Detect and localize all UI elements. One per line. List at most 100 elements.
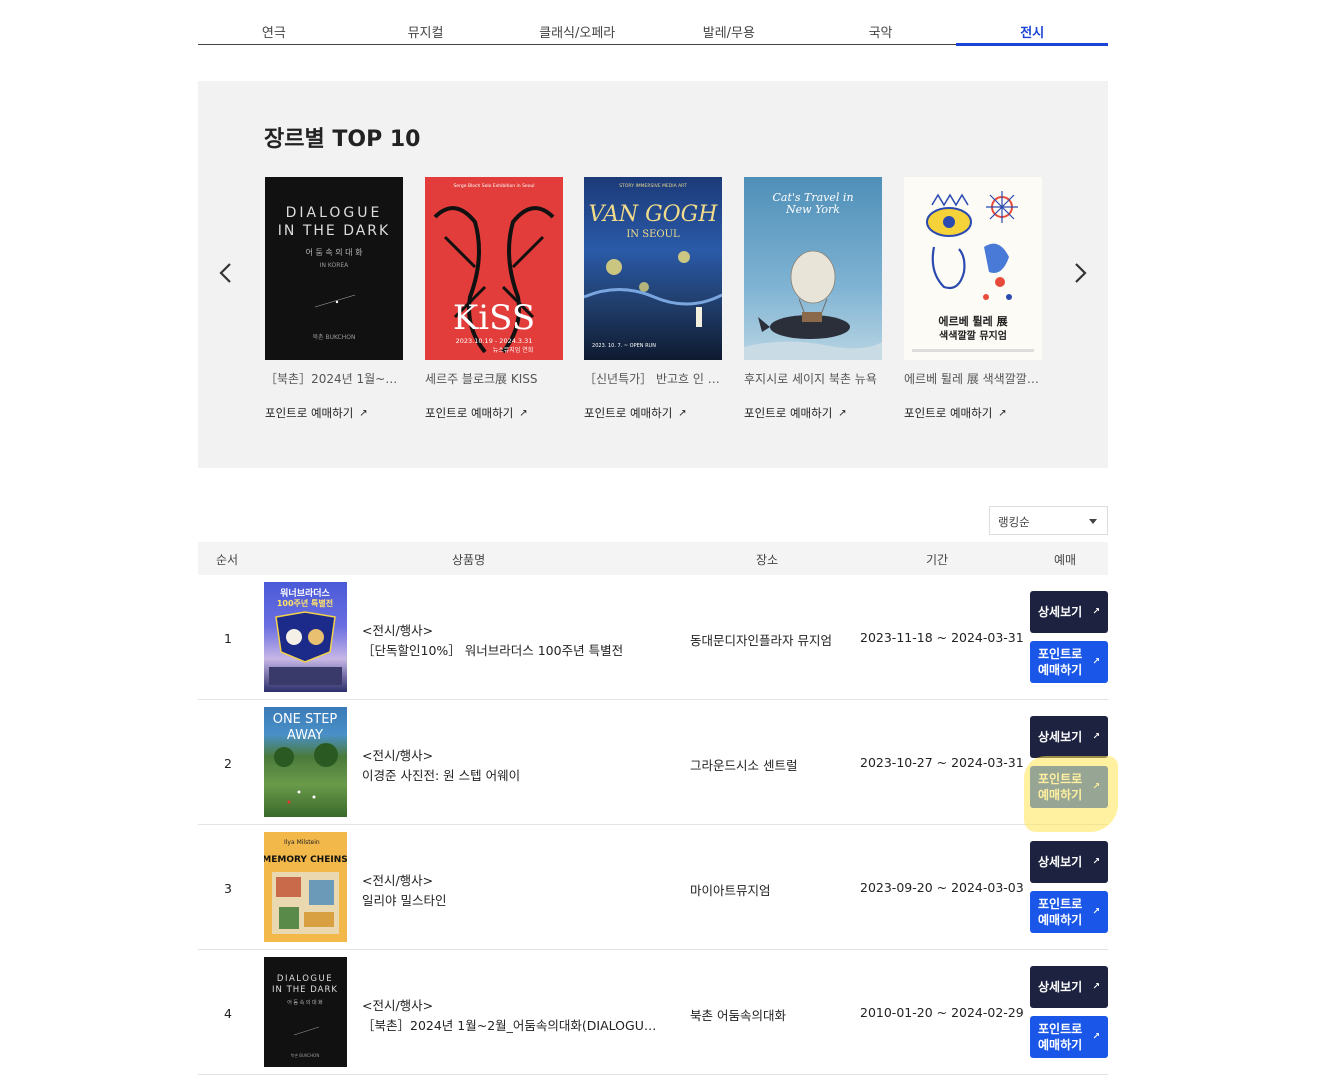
row-category: <전시/행사> (362, 623, 434, 638)
header-booking: 예매 (1054, 553, 1077, 567)
tab-theater[interactable]: 연극 (198, 0, 350, 44)
poster-image[interactable]: Cat's Travel in New York (744, 177, 882, 360)
book-button-label: 포인트로 예매하기 (1038, 647, 1083, 677)
book-with-points-button[interactable]: 포인트로 예매하기 ↗ (1030, 766, 1108, 808)
detail-button-label: 상세보기 (1038, 605, 1083, 619)
poster-text: 2023.10.19 - 2024.3.31 (456, 337, 533, 345)
row-category: <전시/행사> (362, 748, 434, 763)
tab-classic-opera[interactable]: 클래식/오페라 (501, 0, 653, 44)
external-arrow-icon: ↗ (1092, 782, 1100, 792)
row-period: 2023-10-27 ~ 2024-03-31 (860, 755, 1024, 770)
thumb-text: 100주년 특별전 (277, 598, 333, 608)
caret-down-icon (1089, 519, 1097, 524)
book-link-label: 포인트로 예매하기 (904, 406, 993, 420)
row-thumbnail[interactable]: 워너브라더스 100주년 특별전 (264, 582, 347, 692)
poster-text: New York (785, 203, 840, 216)
top10-item-name[interactable]: 에르베 튈레 展 색색깔깔 뮤지엄 (904, 370, 1042, 387)
row-venue: 동대문디자인플라자 뮤지엄 (690, 633, 832, 648)
external-arrow-icon: ↗ (1092, 1032, 1100, 1042)
poster-text: IN KOREA (320, 262, 349, 269)
book-with-points-link[interactable]: 포인트로 예매하기 ↗ (584, 405, 722, 421)
book-button-label: 포인트로 예매하기 (1038, 1022, 1083, 1052)
tab-ballet-dance[interactable]: 발레/무용 (653, 0, 805, 44)
row-rank: 1 (224, 631, 232, 646)
external-arrow-icon: ↗ (838, 407, 847, 419)
table-row: 4 DIALOGUE IN THE DARK 어 둠 속 의 대 화 북촌 BU… (198, 950, 1108, 1075)
thumb-text: Ilya Milstein (284, 839, 320, 846)
top10-card[interactable]: Cat's Travel in New York 후지시로 세이지 북촌 뉴욕 … (744, 177, 882, 421)
poster-image[interactable]: DIALOGUE IN THE DARK 어 둠 속 의 대 화 IN KORE… (265, 177, 403, 360)
tab-korean-music[interactable]: 국악 (805, 0, 957, 44)
external-arrow-icon: ↗ (1092, 982, 1100, 992)
table-row: 3 Ilya Milstein MEMORY CHEINS <전시/행사> 일리… (198, 825, 1108, 950)
book-link-label: 포인트로 예매하기 (265, 406, 354, 420)
external-arrow-icon: ↗ (1092, 907, 1100, 917)
poster-text: 2023. 10. 7. ~ OPEN RUN (592, 343, 656, 349)
row-venue: 마이아트뮤지엄 (690, 883, 771, 898)
carousel-prev-icon[interactable] (214, 261, 238, 285)
thumb-text: 어 둠 속 의 대 화 (287, 999, 323, 1006)
detail-button[interactable]: 상세보기 ↗ (1030, 591, 1108, 633)
book-with-points-link[interactable]: 포인트로 예매하기 ↗ (904, 405, 1042, 421)
top10-item-name[interactable]: 세르주 블로크展 KISS (425, 370, 563, 387)
poster-text: IN THE DARK (278, 223, 390, 239)
top10-item-name[interactable]: ［신년특가］ 반고흐 인 서울 (584, 370, 722, 387)
row-period: 2010-01-20 ~ 2024-02-29 (860, 1005, 1024, 1020)
thumb-text: 북촌 BUKCHON (291, 1052, 320, 1058)
top10-item-name[interactable]: ［북촌］2024년 1월~2월_어둠속의대화 (265, 370, 403, 387)
poster-text: VAN GOGH (589, 202, 719, 227)
top10-card[interactable]: 에르베 튈레 展 색색깔깔 뮤지엄 에르베 튈레 展 색색깔깔 뮤지엄 포인트로… (904, 177, 1042, 421)
detail-button[interactable]: 상세보기 ↗ (1030, 841, 1108, 883)
poster-image[interactable]: STORY IMMERSIVE MEDIA ART VAN GOGH IN SE… (584, 177, 722, 360)
carousel-next-icon[interactable] (1068, 261, 1092, 285)
book-with-points-button[interactable]: 포인트로 예매하기 ↗ (1030, 1016, 1108, 1058)
thumb-text: 워너브라더스 (280, 587, 330, 599)
poster-text: 북촌 BUKCHON (313, 333, 356, 341)
book-with-points-link[interactable]: 포인트로 예매하기 ↗ (744, 405, 882, 421)
row-venue: 그라운드시소 센트럴 (690, 758, 798, 773)
top10-card[interactable]: STORY IMMERSIVE MEDIA ART VAN GOGH IN SE… (584, 177, 722, 421)
top10-card[interactable]: DIALOGUE IN THE DARK 어 둠 속 의 대 화 IN KORE… (265, 177, 403, 421)
poster-text: KiSS (453, 298, 535, 338)
external-arrow-icon: ↗ (1092, 607, 1100, 617)
thumb-text: MEMORY CHEINS (264, 855, 347, 865)
book-link-label: 포인트로 예매하기 (425, 406, 514, 420)
thumb-text: ONE STEP (273, 712, 338, 727)
thumb-text: DIALOGUE (277, 974, 333, 984)
book-button-label: 포인트로 예매하기 (1038, 897, 1083, 927)
detail-button[interactable]: 상세보기 ↗ (1030, 966, 1108, 1008)
top10-item-name[interactable]: 후지시로 세이지 북촌 뉴욕 (744, 370, 882, 387)
book-button-label: 포인트로 예매하기 (1038, 772, 1083, 802)
row-title[interactable]: 일리야 밀스타인 (362, 890, 662, 909)
detail-button[interactable]: 상세보기 ↗ (1030, 716, 1108, 758)
external-arrow-icon: ↗ (678, 407, 687, 419)
table-header: 순서 상품명 장소 기간 예매 (198, 542, 1108, 575)
book-with-points-link[interactable]: 포인트로 예매하기 ↗ (265, 405, 403, 421)
poster-image[interactable]: Serge Bloch Solo Exhibition in Seoul KiS… (425, 177, 563, 360)
row-period: 2023-09-20 ~ 2024-03-03 (860, 880, 1024, 895)
book-with-points-button[interactable]: 포인트로 예매하기 ↗ (1030, 891, 1108, 933)
row-title[interactable]: 이경준 사진전: 원 스텝 어웨이 (362, 765, 662, 784)
book-with-points-link[interactable]: 포인트로 예매하기 ↗ (425, 405, 563, 421)
poster-image[interactable]: 에르베 튈레 展 색색깔깔 뮤지엄 (904, 177, 1042, 360)
row-thumbnail[interactable]: ONE STEP AWAY (264, 707, 347, 817)
row-title[interactable]: ［단독할인10%］ 워너브라더스 100주년 특별전 (362, 640, 662, 659)
genre-top10-section: 장르별 TOP 10 DIALOGUE IN THE DARK 어 둠 속 의 … (198, 81, 1108, 468)
top10-card[interactable]: Serge Bloch Solo Exhibition in Seoul KiS… (425, 177, 563, 421)
sort-select[interactable]: 랭킹순 (989, 506, 1108, 535)
external-arrow-icon: ↗ (519, 407, 528, 419)
poster-text: 색색깔깔 뮤지엄 (939, 329, 1007, 342)
row-thumbnail[interactable]: Ilya Milstein MEMORY CHEINS (264, 832, 347, 942)
tab-musical[interactable]: 뮤지컬 (350, 0, 502, 44)
poster-text: 뉴스뮤지엄 연희 (493, 346, 534, 354)
external-arrow-icon: ↗ (1092, 857, 1100, 867)
row-thumbnail[interactable]: DIALOGUE IN THE DARK 어 둠 속 의 대 화 북촌 BUKC… (264, 957, 347, 1067)
detail-button-label: 상세보기 (1038, 855, 1083, 869)
row-title[interactable]: ［북촌］2024년 1월~2월_어둠속의대화(DIALOGUE IN THE D… (362, 1015, 662, 1034)
book-link-label: 포인트로 예매하기 (584, 406, 673, 420)
book-with-points-button[interactable]: 포인트로 예매하기 ↗ (1030, 641, 1108, 683)
row-category: <전시/행사> (362, 873, 434, 888)
poster-text: Serge Bloch Solo Exhibition in Seoul (453, 183, 534, 189)
poster-text: 에르베 튈레 展 (938, 314, 1008, 328)
tab-exhibition[interactable]: 전시 (956, 0, 1108, 46)
